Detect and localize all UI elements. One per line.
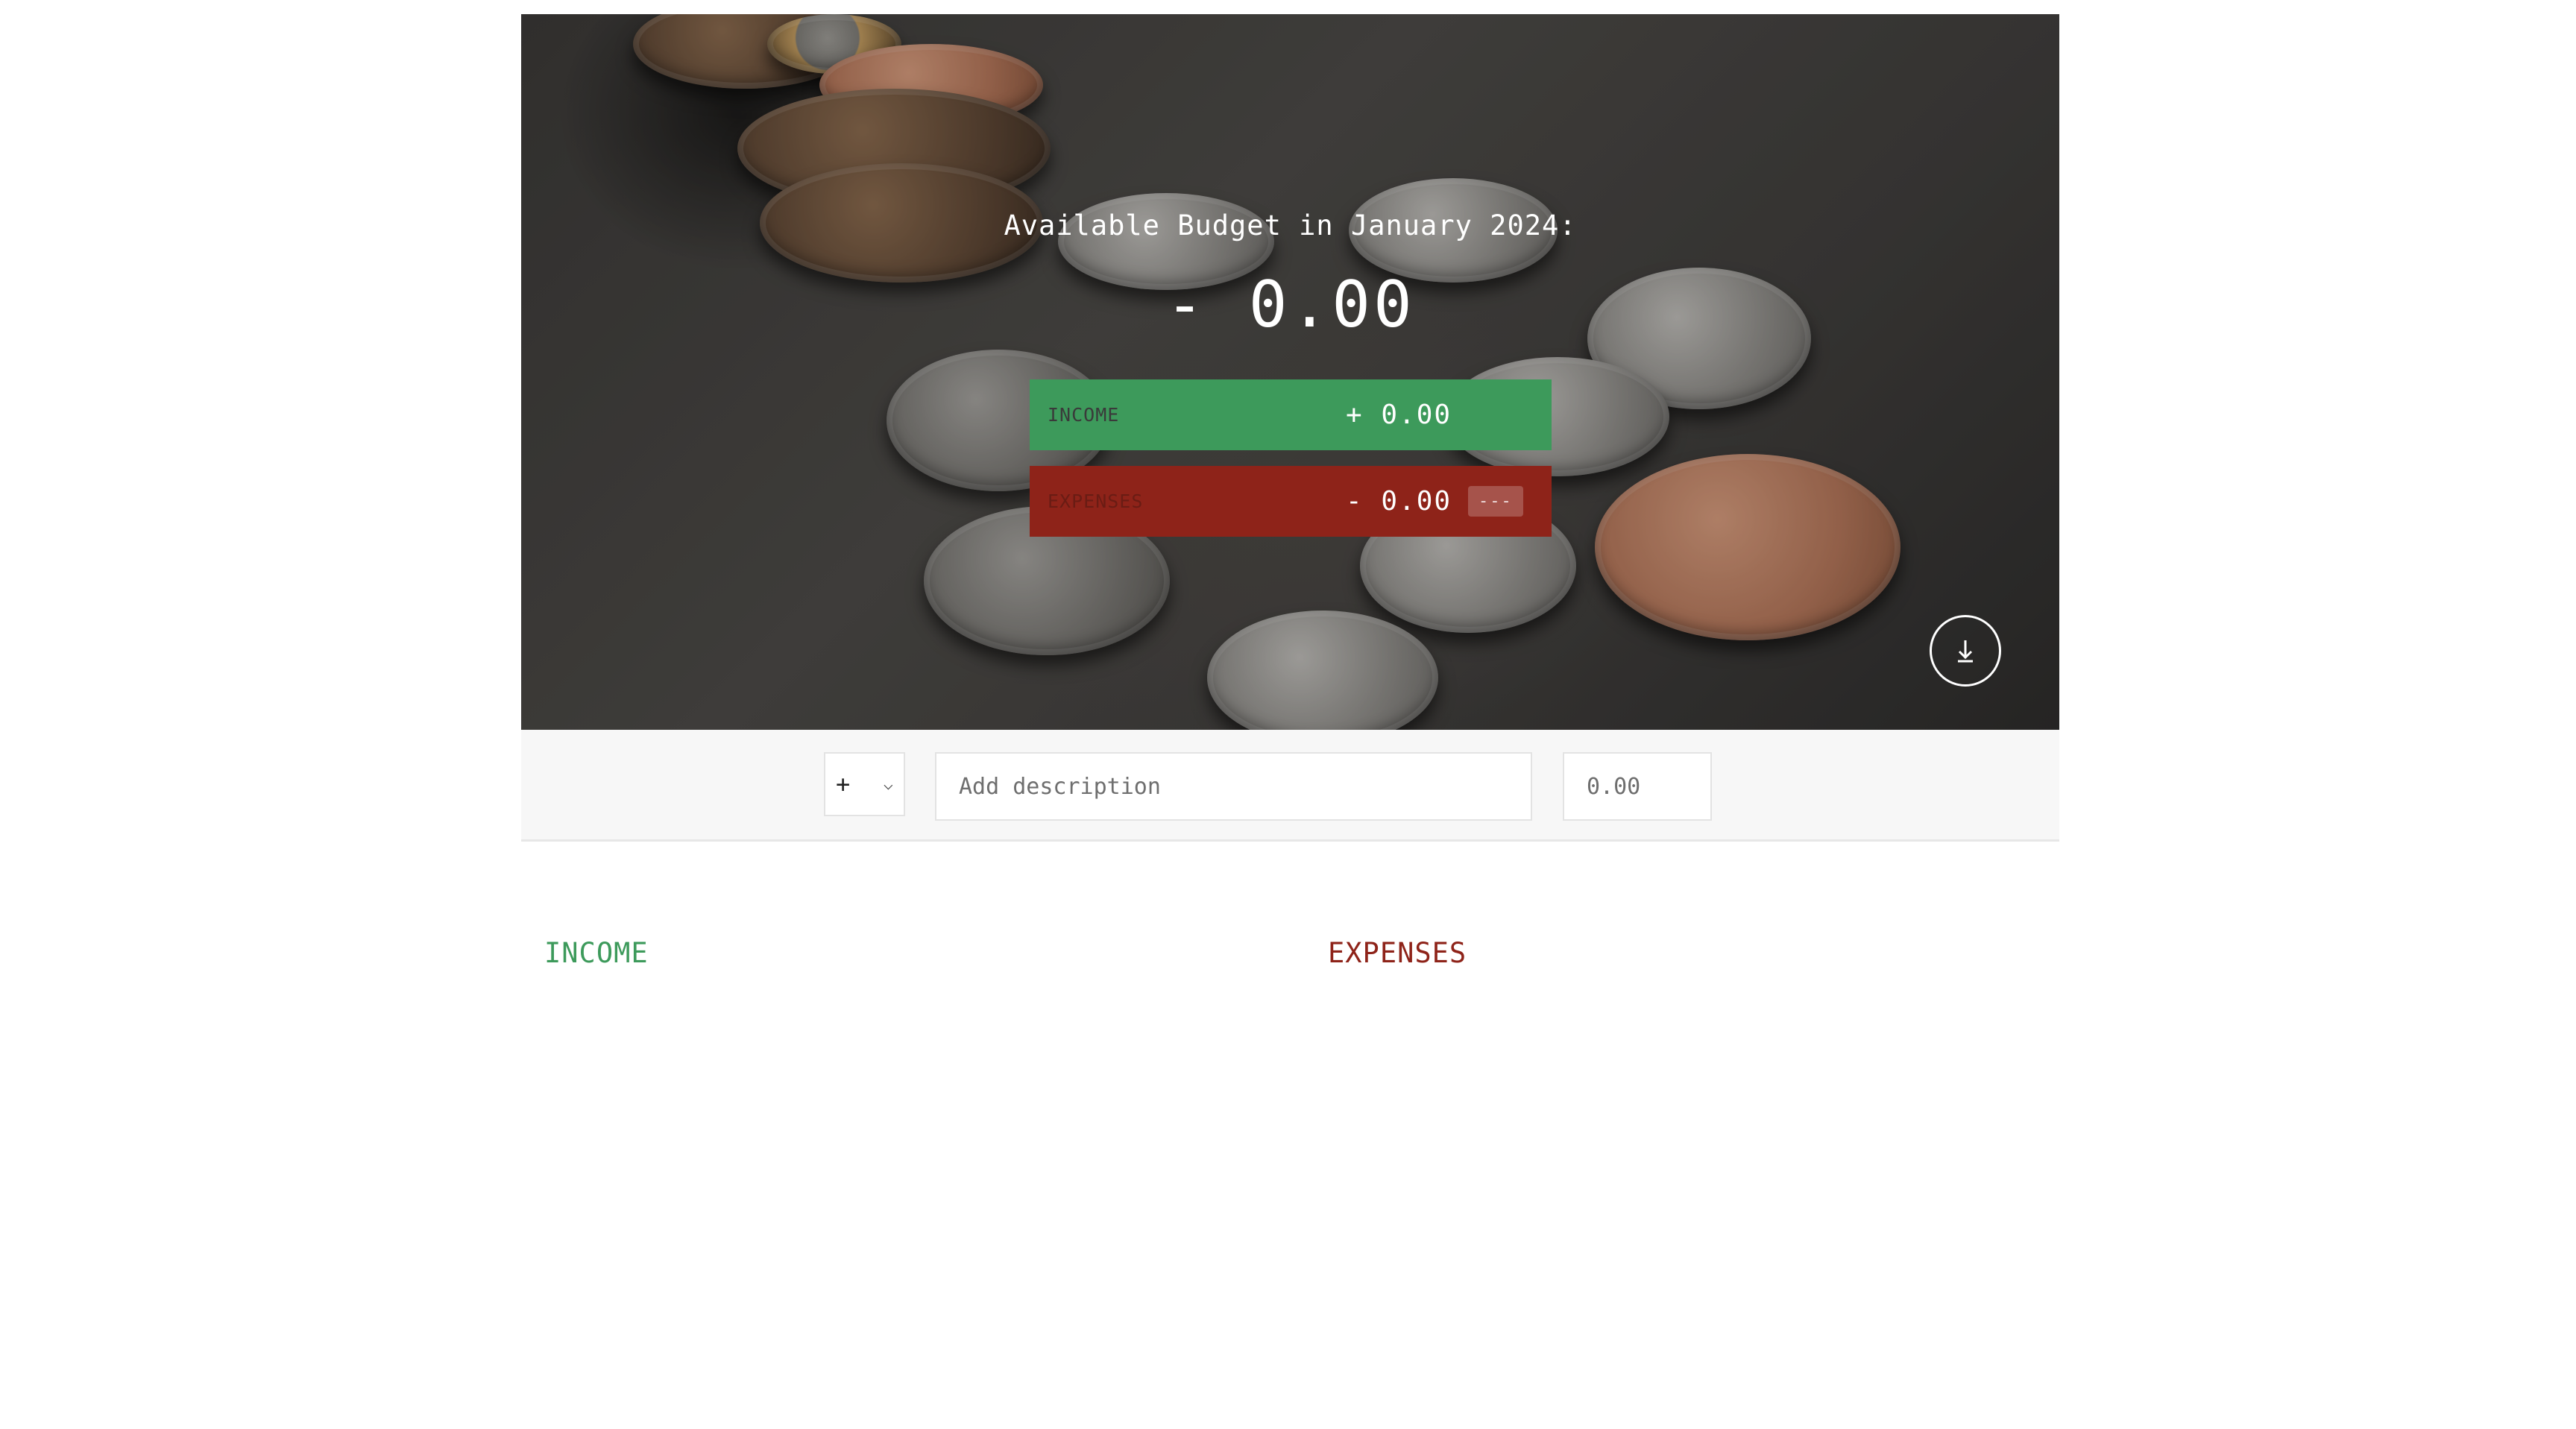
budget-value: - 0.00 — [1165, 268, 1415, 342]
budget-title: Available Budget in January 2024: — [1004, 209, 1577, 242]
expenses-summary-value: - 0.00 — [1346, 486, 1452, 517]
description-input[interactable] — [935, 752, 1532, 821]
add-entry-bar: + ⌵ — [521, 730, 2059, 842]
expenses-percentage-badge: --- — [1468, 486, 1523, 517]
income-summary: INCOME + 0.00 — [1030, 379, 1552, 450]
chevron-down-icon: ⌵ — [883, 775, 893, 794]
entry-type-value: + — [836, 770, 851, 798]
scroll-down-button[interactable] — [1930, 615, 2001, 687]
entry-type-select[interactable]: + ⌵ — [824, 752, 905, 816]
entries-lists: INCOME EXPENSES — [521, 842, 2059, 1363]
arrow-down-to-line-icon — [1958, 640, 1973, 663]
value-input[interactable] — [1563, 752, 1712, 821]
expenses-list-title: EXPENSES — [1328, 937, 1467, 969]
expenses-summary-label: EXPENSES — [1048, 490, 1144, 512]
budget-app: Available Budget in January 2024: - 0.00… — [521, 14, 2059, 1429]
income-list-title: INCOME — [544, 937, 649, 969]
expenses-summary: EXPENSES - 0.00 --- — [1030, 466, 1552, 537]
hero-overlay — [521, 14, 2059, 730]
budget-header: Available Budget in January 2024: - 0.00… — [521, 14, 2059, 730]
income-summary-value: + 0.00 — [1346, 400, 1452, 430]
income-summary-label: INCOME — [1048, 404, 1120, 426]
